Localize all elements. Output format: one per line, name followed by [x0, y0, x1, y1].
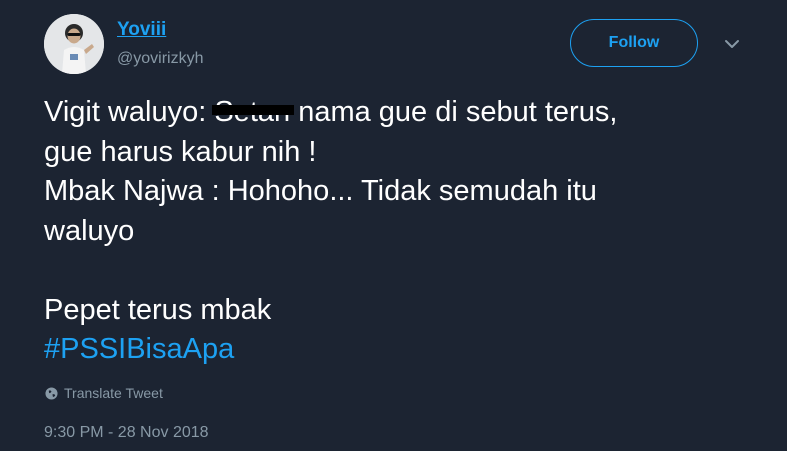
- translate-tweet[interactable]: Translate Tweet: [45, 384, 163, 402]
- tweet-line-1-suffix: nama gue di sebut terus,: [290, 96, 618, 128]
- redacted-word: Setan: [212, 93, 295, 133]
- tweet-card: Yoviii @yovirizkyh Follow Vigit waluyo: …: [0, 0, 787, 451]
- tweet-line-3: Mbak Najwa : Hohoho... Tidak semudah itu: [44, 175, 597, 207]
- tweet-line-2: gue harus kabur nih !: [44, 135, 317, 168]
- tweet-line-4: waluyo: [44, 214, 135, 247]
- tweet-line-1: Vigit waluyo: Setan nama gue di sebut te…: [44, 93, 744, 133]
- display-name[interactable]: Yoviii: [117, 19, 166, 41]
- avatar[interactable]: [44, 14, 104, 74]
- translate-tweet-label[interactable]: Translate Tweet: [64, 384, 163, 402]
- tweet-text: Vigit waluyo: Setan nama gue di sebut te…: [44, 93, 744, 370]
- tweet-timestamp[interactable]: 9:30 PM - 28 Nov 2018: [44, 423, 209, 443]
- globe-icon: [45, 386, 58, 400]
- redaction-bar: [212, 105, 295, 115]
- follow-button[interactable]: Follow: [570, 19, 698, 67]
- avatar-photo: [44, 14, 104, 74]
- user-handle[interactable]: @yovirizkyh: [117, 49, 203, 69]
- hashtag-link[interactable]: #PSSIBisaApa: [44, 330, 744, 370]
- chevron-down-icon[interactable]: [723, 38, 741, 50]
- tweet-line-1-prefix: Vigit waluyo:: [44, 96, 215, 128]
- tweet-line-5: Pepet terus mbak: [44, 293, 272, 326]
